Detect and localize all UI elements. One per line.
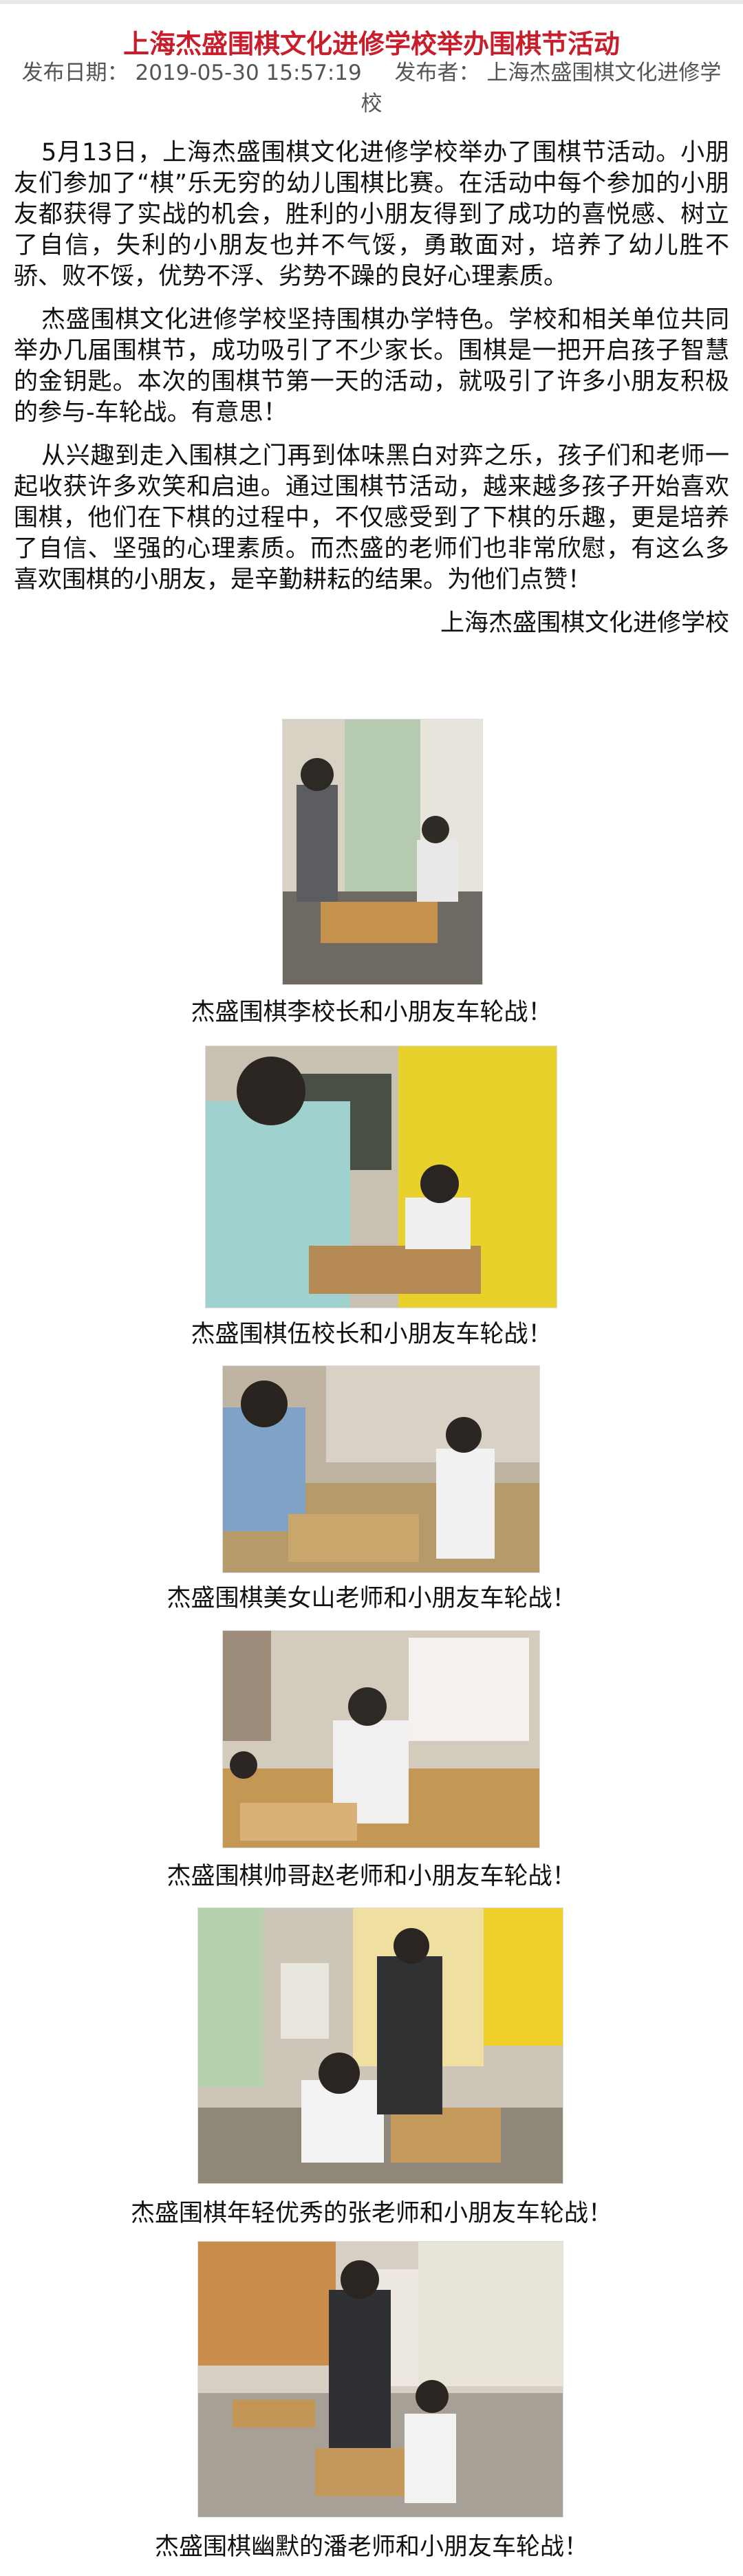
photo-2 — [205, 1046, 557, 1308]
photo-6 — [197, 2241, 563, 2518]
photo-3 — [222, 1365, 540, 1573]
caption-1: 杰盛围棋李校长和小朋友车轮战！ — [191, 999, 552, 1026]
signature: 上海杰盛围棋文化进修学校 — [440, 609, 729, 637]
paragraph-3: 从兴趣到走入围棋之门再到体味黑白对弈之乐，孩子们和老师一起收获许多欢笑和启迪。通… — [14, 442, 729, 594]
photo-4 — [222, 1630, 540, 1848]
date-value: 2019-05-30 15:57:19 — [135, 61, 362, 85]
date-label: 发布日期： — [21, 61, 129, 85]
photo-5 — [197, 1907, 563, 2184]
caption-5: 杰盛围棋年轻优秀的张老师和小朋友车轮战！ — [130, 2200, 612, 2227]
caption-4: 杰盛围棋帅哥赵老师和小朋友车轮战！ — [166, 1863, 577, 1890]
paragraph-2: 杰盛围棋文化进修学校坚持围棋办学特色。学校和相关单位共同举办几届围棋节，成功吸引… — [14, 306, 729, 426]
paragraph-1: 5月13日，上海杰盛围棋文化进修学校举办了围棋节活动。小朋友们参加了“棋”乐无穷… — [14, 139, 729, 290]
article-meta: 发布日期： 2019-05-30 15:57:19 发布者： 上海杰盛围棋文化进… — [14, 58, 729, 120]
author-label: 发布者： — [394, 61, 480, 85]
caption-6: 杰盛围棋幽默的潘老师和小朋友车轮战！ — [154, 2533, 588, 2561]
photo-1 — [282, 719, 483, 985]
top-divider — [0, 0, 743, 4]
caption-3: 杰盛围棋美女山老师和小朋友车轮战！ — [166, 1585, 577, 1612]
caption-2: 杰盛围棋伍校长和小朋友车轮战！ — [191, 1321, 552, 1348]
article-body: 5月13日，上海杰盛围棋文化进修学校举办了围棋节活动。小朋友们参加了“棋”乐无穷… — [14, 138, 729, 651]
page-title: 上海杰盛围棋文化进修学校举办围棋节活动 — [122, 29, 620, 60]
